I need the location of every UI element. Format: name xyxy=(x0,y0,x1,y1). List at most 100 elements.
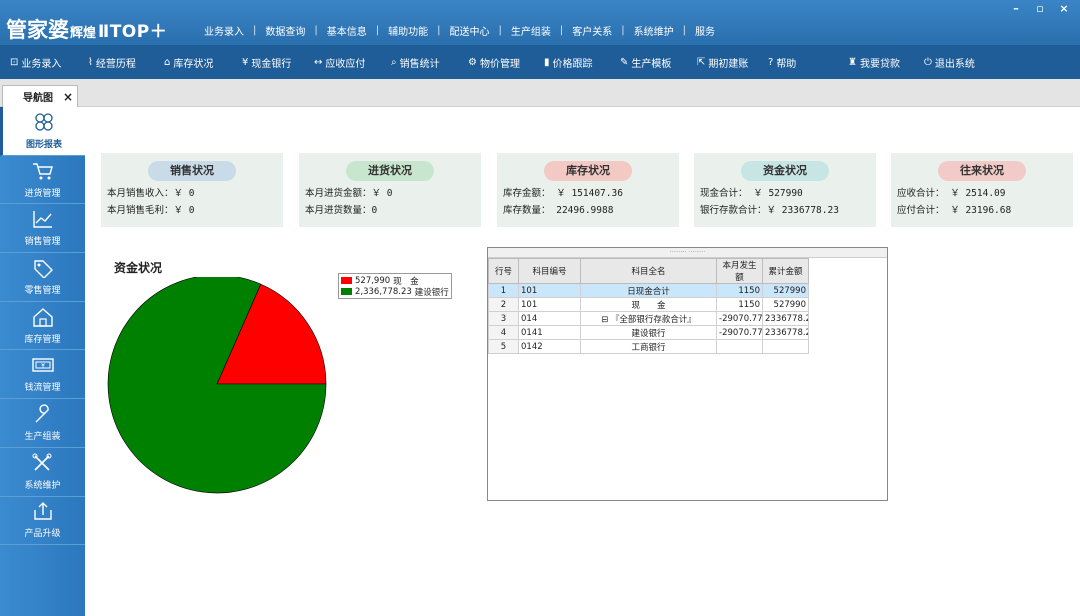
sidebar-item[interactable]: 零售管理 xyxy=(0,253,85,302)
top-menu-item[interactable]: 生产组装 xyxy=(511,23,551,38)
sidebar-item[interactable]: 库存管理 xyxy=(0,302,85,351)
card-title: 库存状况 xyxy=(544,161,632,181)
top-menu-item[interactable]: 配送中心 xyxy=(450,23,490,38)
menu-separator: | xyxy=(559,25,564,36)
table-cell: 014 xyxy=(518,311,581,326)
table-row[interactable]: 1 101 日现金合计 1150 527990 xyxy=(488,283,809,298)
menu-separator: | xyxy=(314,25,318,36)
toolbar-button[interactable]: ⌇ 经营历程 xyxy=(88,55,136,70)
top-menu: 业务录入 | 数据查询 | 基本信息 | 辅助功能 | 配送中心 | 生产组装 | 客户关系 | 系统维护 |… xyxy=(204,23,715,38)
table-row[interactable]: 3014⊟ 『全部银行存款合计』-29070.772336778.23 xyxy=(488,311,809,326)
toolbar-label: 现金银行 xyxy=(251,59,292,70)
main-content: 销售状况 本月销售收入：￥ 0 本月销售毛利：￥ 0 进货状况 本月进货金额：￥ 0 本月… xyxy=(85,107,1080,616)
top-menu-item[interactable]: 数据查询 xyxy=(265,23,305,38)
toolbar-icon: ⏻ xyxy=(924,57,932,68)
tab-label: 导航图 xyxy=(23,93,53,104)
toolbar-icon: ⌇ xyxy=(88,57,93,68)
card-line: 银行存款合计：￥ 2336778.23 xyxy=(700,205,839,216)
table-cell: 3 xyxy=(488,311,519,326)
toolbar-icon: ⇱ xyxy=(697,57,706,68)
menu-separator: | xyxy=(437,25,441,36)
table-row[interactable]: 40141建设银行-29070.772336778.23 xyxy=(488,325,809,340)
table-cell: 建设银行 xyxy=(580,325,717,340)
top-menu-item[interactable]: 辅助功能 xyxy=(388,23,428,38)
toolbar-icon: ♜ xyxy=(848,57,857,68)
toolbar-button[interactable]: ⏻ 退出系统 xyxy=(924,55,975,70)
toolbar-label: 经营历程 xyxy=(95,59,136,70)
toolbar-button[interactable]: ♜ 我要贷款 xyxy=(848,55,900,70)
sidebar-item[interactable]: 进货管理 xyxy=(0,156,85,205)
toolbar-label: 库存状况 xyxy=(173,59,214,70)
toolbar-button[interactable]: ⌂ 库存状况 xyxy=(164,55,213,70)
toolbar-icon: ✎ xyxy=(620,57,629,68)
table-cell: -29070.77 xyxy=(716,311,763,326)
menu-separator: | xyxy=(375,25,380,36)
sidebar-item[interactable]: 图形报表 xyxy=(0,107,85,156)
toolbar-button[interactable]: ¥ 现金银行 xyxy=(242,55,291,70)
title-bar: 管家婆 辉煌 ⅡTOP＋ 业务录入 | 数据查询 | 基本信息 | 辅助功能 | 配送中心 | 生产… xyxy=(0,0,1080,45)
tab-close-icon[interactable]: × xyxy=(63,90,73,104)
toolbar-button[interactable]: ↔ 应收应付 xyxy=(314,55,365,70)
toolbar-label: 物价管理 xyxy=(479,59,520,70)
account-table: 行号 科目编号 科目全名 本月发生额 累计金额 1 101 日现金合计 1150 527990 2 1… xyxy=(488,258,809,354)
fund-pie-chart xyxy=(107,277,327,494)
close-icon[interactable]: × xyxy=(1054,3,1074,17)
toolbar-button[interactable]: ⊡ 业务录入 xyxy=(10,55,61,70)
column-header[interactable]: 科目编号 xyxy=(518,258,581,284)
column-header[interactable]: 累计金额 xyxy=(762,258,809,284)
toolbar-label: 帮助 xyxy=(776,59,797,70)
toolbar-icon: ↔ xyxy=(314,57,323,68)
grid-splitter-handle[interactable]: ········· ········· xyxy=(488,248,887,258)
sidebar-item-label: 产品升级 xyxy=(24,529,61,540)
sidebar-item[interactable]: 系统维护 xyxy=(0,448,85,497)
card-line: 应付合计： ￥ 23196.68 xyxy=(897,205,1012,216)
top-menu-item[interactable]: 客户关系 xyxy=(572,23,612,38)
tab-navigation[interactable]: 导航图 × xyxy=(2,85,78,107)
table-row[interactable]: 5 0142 工商银行 xyxy=(488,339,809,354)
table-cell: 现 金 xyxy=(580,297,717,312)
toolbar-button[interactable]: ✎ 生产模板 xyxy=(620,55,671,70)
toolbar-label: 期初建账 xyxy=(708,59,749,70)
sidebar-item[interactable]: 销售管理 xyxy=(0,204,85,254)
toolbar-button[interactable]: ⌕ 销售统计 xyxy=(391,55,440,70)
table-cell: 101 xyxy=(518,297,581,312)
toolbar-button[interactable]: ? 帮助 xyxy=(768,55,796,70)
table-cell: -29070.77 xyxy=(716,325,763,340)
column-header[interactable]: 行号 xyxy=(488,258,519,284)
top-menu-item[interactable]: 基本信息 xyxy=(327,23,367,38)
sidebar-item[interactable]: 生产组装 xyxy=(0,399,85,448)
column-header[interactable]: 本月发生额 xyxy=(716,258,763,284)
sidebar-item-label: 图形报表 xyxy=(25,139,62,150)
table-cell: 0142 xyxy=(518,339,581,354)
card-title: 进货状况 xyxy=(346,161,434,181)
sidebar-item-label: 销售管理 xyxy=(24,237,61,248)
toolbar-button[interactable]: ⚙ 物价管理 xyxy=(468,55,520,70)
table-cell: 1150 xyxy=(716,283,763,298)
top-menu-item[interactable]: 服务 xyxy=(695,23,715,38)
card-title: 销售状况 xyxy=(148,161,236,181)
toolbar-label: 业务录入 xyxy=(21,59,62,70)
top-menu-item[interactable]: 业务录入 xyxy=(204,23,244,38)
sidebar-item[interactable]: ¥ 钱流管理 xyxy=(0,350,85,400)
chart-title: 资金状况 xyxy=(114,261,163,275)
trend-icon xyxy=(32,209,54,232)
table-cell: 4 xyxy=(488,325,519,340)
chart-legend: 527,990 现 金 2,336,778.23 建设银行 xyxy=(338,273,452,299)
legend-swatch xyxy=(341,277,352,284)
top-menu-item[interactable]: 系统维护 xyxy=(634,23,674,38)
status-card: 库存状况 库存金额： ￥ 151407.36 库存数量： 22496.9988 xyxy=(497,153,679,227)
svg-text:¥: ¥ xyxy=(41,363,45,370)
column-header[interactable]: 科目全名 xyxy=(580,258,717,284)
maximize-icon[interactable]: ▫ xyxy=(1030,3,1050,17)
toolbar-label: 生产模板 xyxy=(631,59,672,70)
sidebar-item-label: 生产组装 xyxy=(24,431,61,442)
table-header-row: 行号 科目编号 科目全名 本月发生额 累计金额 xyxy=(488,258,809,284)
wrench-icon xyxy=(32,404,54,427)
toolbar-button[interactable]: ⇱ 期初建账 xyxy=(697,55,748,70)
legend-entry: 527,990 现 金 xyxy=(341,275,449,287)
table-cell: 527990 xyxy=(762,297,809,312)
table-row[interactable]: 2 101 现 金 1150 527990 xyxy=(488,297,809,312)
sidebar-item[interactable]: 产品升级 xyxy=(0,497,85,546)
toolbar-button[interactable]: ▮ 价格跟踪 xyxy=(544,55,593,70)
minimize-icon[interactable]: – xyxy=(1006,3,1026,17)
